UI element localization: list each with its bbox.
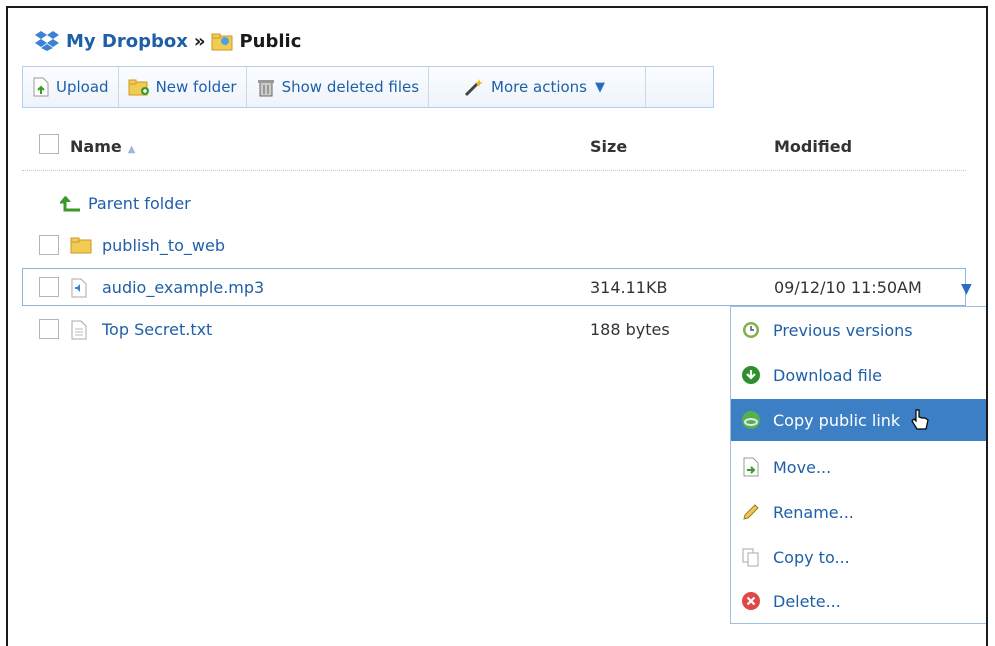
menu-item-label: Copy to...	[773, 547, 850, 567]
select-all-checkbox[interactable]	[39, 134, 59, 154]
row-checkbox[interactable]	[39, 277, 59, 297]
more-actions-label: More actions	[491, 78, 587, 96]
file-size: 188 bytes	[590, 320, 670, 339]
menu-item-move[interactable]: Move...	[731, 446, 986, 488]
upload-button[interactable]: Upload	[23, 67, 119, 107]
menu-item-label: Delete...	[773, 591, 841, 611]
text-file-icon	[71, 320, 87, 340]
breadcrumb-root-link[interactable]: My Dropbox	[66, 31, 188, 52]
menu-item-copy-to[interactable]: Copy to...	[731, 536, 986, 578]
name-column-label: Name	[70, 137, 122, 156]
name-column-header[interactable]: Name ▲	[70, 137, 135, 156]
delete-icon	[742, 592, 760, 610]
menu-item-previous-versions[interactable]: Previous versions	[731, 309, 986, 351]
breadcrumb-separator: »	[193, 30, 206, 52]
menu-item-download-file[interactable]: Download file	[731, 354, 986, 396]
row-menu-caret-icon[interactable]: ▼	[961, 281, 972, 297]
hand-cursor-icon	[911, 409, 929, 430]
file-browser-window: My Dropbox » Public Upload New folder Sh…	[6, 6, 988, 646]
new-folder-button[interactable]: New folder	[119, 67, 247, 107]
menu-item-label: Copy public link	[773, 410, 901, 430]
menu-item-label: Download file	[773, 365, 882, 385]
file-name-link[interactable]: Top Secret.txt	[102, 320, 212, 339]
dropdown-arrow-icon: ▼	[595, 79, 605, 95]
move-icon	[743, 457, 759, 477]
file-size: 314.11KB	[590, 278, 668, 297]
breadcrumb: My Dropbox » Public	[34, 30, 301, 52]
new-folder-label: New folder	[155, 78, 237, 96]
clock-icon	[743, 322, 759, 338]
menu-item-label: Previous versions	[773, 320, 913, 340]
public-folder-icon	[211, 33, 233, 51]
row-checkbox[interactable]	[39, 235, 59, 255]
column-header-row: Name ▲ Size Modified	[22, 126, 966, 171]
sort-ascending-icon: ▲	[127, 144, 136, 155]
parent-folder-arrow-icon	[60, 196, 80, 212]
link-globe-icon	[742, 411, 760, 429]
toolbar: Upload New folder Show deleted files Mor…	[22, 66, 714, 108]
dropbox-logo-icon	[35, 31, 59, 51]
file-row[interactable]: publish_to_web	[22, 226, 966, 264]
file-name-link[interactable]: publish_to_web	[102, 236, 225, 255]
menu-item-copy-public-link[interactable]: Copy public link	[731, 399, 986, 441]
menu-item-label: Move...	[773, 457, 832, 477]
upload-icon	[33, 77, 49, 97]
show-deleted-files-button[interactable]: Show deleted files	[247, 67, 430, 107]
parent-folder-link[interactable]: Parent folder	[88, 194, 191, 213]
download-icon	[742, 366, 760, 384]
audio-file-icon	[71, 278, 87, 298]
menu-item-delete[interactable]: Delete...	[731, 580, 986, 622]
breadcrumb-current: Public	[239, 30, 302, 52]
file-modified-date: 09/12/10 11:50AM	[774, 278, 922, 297]
folder-icon	[70, 237, 92, 254]
show-deleted-files-label: Show deleted files	[281, 78, 420, 96]
new-folder-icon	[128, 79, 149, 96]
parent-folder-row[interactable]: Parent folder	[22, 184, 966, 222]
size-column-header[interactable]: Size	[590, 137, 627, 156]
row-checkbox[interactable]	[39, 319, 59, 339]
modified-column-header[interactable]: Modified	[774, 137, 852, 156]
menu-item-label: Rename...	[773, 502, 854, 522]
file-context-menu: Previous versions Download file Copy pub…	[730, 306, 986, 624]
file-row-selected[interactable]: audio_example.mp3 314.11KB 09/12/10 11:5…	[22, 268, 972, 306]
upload-label: Upload	[56, 78, 109, 96]
menu-item-rename[interactable]: Rename...	[731, 491, 986, 533]
magic-wand-icon	[464, 79, 484, 97]
file-name-link[interactable]: audio_example.mp3	[102, 278, 264, 297]
more-actions-button[interactable]: More actions ▼	[429, 67, 646, 107]
rename-pencil-icon	[743, 504, 759, 520]
trash-can-icon	[257, 80, 274, 97]
copy-icon	[742, 548, 759, 567]
